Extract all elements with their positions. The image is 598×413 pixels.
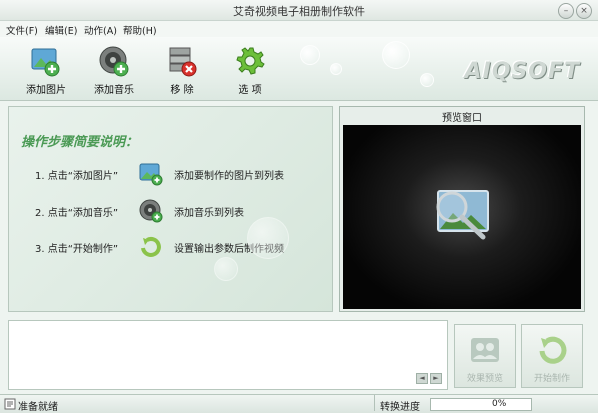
progress-value: 0%	[492, 399, 507, 409]
window-title: 艾奇视频电子相册制作软件	[233, 5, 365, 18]
minimize-button[interactable]: –	[558, 3, 574, 19]
decor-bubble	[247, 217, 289, 259]
decor-bubble	[382, 41, 410, 69]
add-music-icon	[98, 45, 130, 77]
document-icon	[4, 398, 16, 410]
decor-bubble	[330, 63, 342, 75]
add-image-button[interactable]: 添加图片	[16, 41, 76, 96]
step-3-label: 3. 点击“开始制作”	[35, 244, 119, 255]
step-1-desc: 添加要制作的图片到列表	[174, 171, 284, 182]
toolbar: 添加图片 添加音乐 移 除 选 项 AIQSOFT	[0, 37, 598, 101]
start-refresh-icon	[539, 336, 567, 364]
progress-bar	[430, 398, 532, 411]
effect-preview-label: 效果预览	[466, 374, 503, 384]
step-2-desc: 添加音乐到列表	[174, 208, 244, 219]
menu-bar: 文件(F) 编辑(E) 动作(A) 帮助(H)	[0, 21, 598, 37]
add-music-button[interactable]: 添加音乐	[84, 41, 144, 96]
status-divider	[374, 395, 375, 411]
gear-icon	[234, 45, 266, 77]
menu-action[interactable]: 动作(A)	[84, 23, 117, 37]
menu-help[interactable]: 帮助(H)	[123, 23, 157, 37]
people-photo-icon	[471, 338, 499, 362]
instructions-panel: 操作步骤简要说明： 1. 点击“添加图片” 添加要制作的图片到列表 2. 点击“…	[8, 106, 333, 312]
start-label: 开始制作	[533, 374, 570, 384]
file-list[interactable]	[8, 320, 448, 390]
steps-title: 操作步骤简要说明：	[21, 135, 139, 150]
add-image-icon	[30, 45, 62, 77]
scroll-left-button[interactable]: ◄	[416, 373, 428, 384]
aiqsoft-logo: AIQSOFT	[464, 59, 580, 84]
status-ready-text: 准备就绪	[18, 402, 58, 413]
app-window: 艾奇视频电子相册制作软件 – × 文件(F) 编辑(E) 动作(A) 帮助(H)…	[0, 0, 598, 413]
add-image-icon	[139, 162, 163, 186]
remove-icon	[166, 45, 198, 77]
scroll-right-button[interactable]: ►	[430, 373, 442, 384]
magnifier-photo-icon	[436, 190, 489, 240]
options-label: 选 项	[238, 85, 262, 96]
start-refresh-icon	[139, 235, 163, 259]
preview-panel: 预览窗口	[339, 106, 585, 312]
remove-label: 移 除	[170, 85, 194, 96]
menu-edit[interactable]: 编辑(E)	[45, 23, 77, 37]
options-button[interactable]: 选 项	[220, 41, 280, 96]
preview-screen	[343, 125, 581, 309]
preview-title: 预览窗口	[442, 113, 482, 124]
add-music-icon	[139, 199, 163, 223]
title-bar: 艾奇视频电子相册制作软件 – ×	[0, 0, 598, 21]
menu-file[interactable]: 文件(F)	[6, 23, 38, 37]
step-2-label: 2. 点击“添加音乐”	[35, 208, 119, 219]
decor-bubble	[420, 73, 434, 87]
progress-label: 转换进度	[380, 402, 420, 413]
status-bar: 准备就绪 转换进度 0%	[0, 394, 598, 413]
decor-bubble	[300, 45, 320, 65]
start-button[interactable]: 开始制作	[521, 324, 583, 388]
add-image-label: 添加图片	[26, 85, 66, 96]
minimize-icon: –	[563, 6, 569, 16]
effect-preview-button[interactable]: 效果预览	[454, 324, 516, 388]
step-1-label: 1. 点击“添加图片”	[35, 171, 119, 182]
close-button[interactable]: ×	[576, 3, 592, 19]
decor-bubble	[214, 257, 238, 281]
arrow-left-icon: ◄	[419, 374, 425, 382]
remove-button[interactable]: 移 除	[152, 41, 212, 96]
close-icon: ×	[580, 6, 588, 16]
arrow-right-icon: ►	[433, 374, 439, 382]
add-music-label: 添加音乐	[94, 85, 134, 96]
